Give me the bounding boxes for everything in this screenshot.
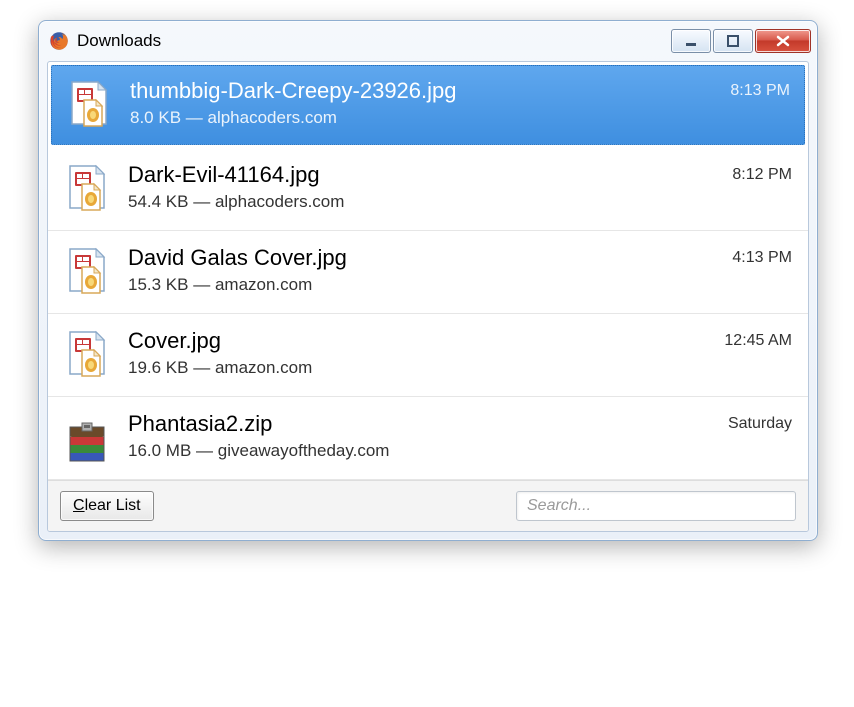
- close-button[interactable]: [755, 29, 811, 53]
- download-meta: 15.3 KB — amazon.com: [128, 275, 714, 295]
- download-filename: thumbbig-Dark-Creepy-23926.jpg: [130, 78, 712, 104]
- downloads-list: thumbbig-Dark-Creepy-23926.jpg 8.0 KB — …: [48, 62, 808, 480]
- minimize-icon: [684, 34, 698, 48]
- maximize-button[interactable]: [713, 29, 753, 53]
- download-time: 4:13 PM: [732, 249, 792, 267]
- downloads-window: Downloads thumbbig-D: [38, 20, 818, 541]
- close-icon: [775, 34, 791, 48]
- download-info: Cover.jpg 19.6 KB — amazon.com: [128, 328, 706, 378]
- firefox-icon: [49, 31, 69, 51]
- image-file-icon: [64, 247, 110, 299]
- title-bar[interactable]: Downloads: [39, 21, 817, 61]
- clear-list-button[interactable]: Clear List: [60, 491, 154, 521]
- download-time: 12:45 AM: [724, 332, 792, 350]
- download-info: thumbbig-Dark-Creepy-23926.jpg 8.0 KB — …: [130, 78, 712, 128]
- window-controls: [671, 29, 811, 53]
- search-input[interactable]: [516, 491, 796, 521]
- download-item[interactable]: Phantasia2.zip 16.0 MB — giveawayoftheda…: [48, 397, 808, 480]
- download-filename: Dark-Evil-41164.jpg: [128, 162, 714, 188]
- download-filename: Phantasia2.zip: [128, 411, 710, 437]
- download-meta: 54.4 KB — alphacoders.com: [128, 192, 714, 212]
- download-filename: Cover.jpg: [128, 328, 706, 354]
- download-meta: 16.0 MB — giveawayoftheday.com: [128, 441, 710, 461]
- download-time: Saturday: [728, 415, 792, 433]
- image-file-icon: [64, 164, 110, 216]
- download-filename: David Galas Cover.jpg: [128, 245, 714, 271]
- footer-bar: Clear List: [48, 480, 808, 531]
- download-meta: 8.0 KB — alphacoders.com: [130, 108, 712, 128]
- download-info: Dark-Evil-41164.jpg 54.4 KB — alphacoder…: [128, 162, 714, 212]
- image-file-icon: [64, 330, 110, 382]
- download-item[interactable]: Cover.jpg 19.6 KB — amazon.com 12:45 AM: [48, 314, 808, 397]
- download-info: Phantasia2.zip 16.0 MB — giveawayoftheda…: [128, 411, 710, 461]
- minimize-button[interactable]: [671, 29, 711, 53]
- download-time: 8:13 PM: [730, 82, 790, 100]
- download-info: David Galas Cover.jpg 15.3 KB — amazon.c…: [128, 245, 714, 295]
- content-area: thumbbig-Dark-Creepy-23926.jpg 8.0 KB — …: [47, 61, 809, 532]
- maximize-icon: [726, 34, 740, 48]
- download-item[interactable]: Dark-Evil-41164.jpg 54.4 KB — alphacoder…: [48, 148, 808, 231]
- download-time: 8:12 PM: [732, 166, 792, 184]
- download-item[interactable]: David Galas Cover.jpg 15.3 KB — amazon.c…: [48, 231, 808, 314]
- image-file-icon: [66, 80, 112, 132]
- download-meta: 19.6 KB — amazon.com: [128, 358, 706, 378]
- window-title: Downloads: [77, 31, 671, 51]
- archive-file-icon: [64, 413, 110, 465]
- download-item[interactable]: thumbbig-Dark-Creepy-23926.jpg 8.0 KB — …: [51, 65, 805, 145]
